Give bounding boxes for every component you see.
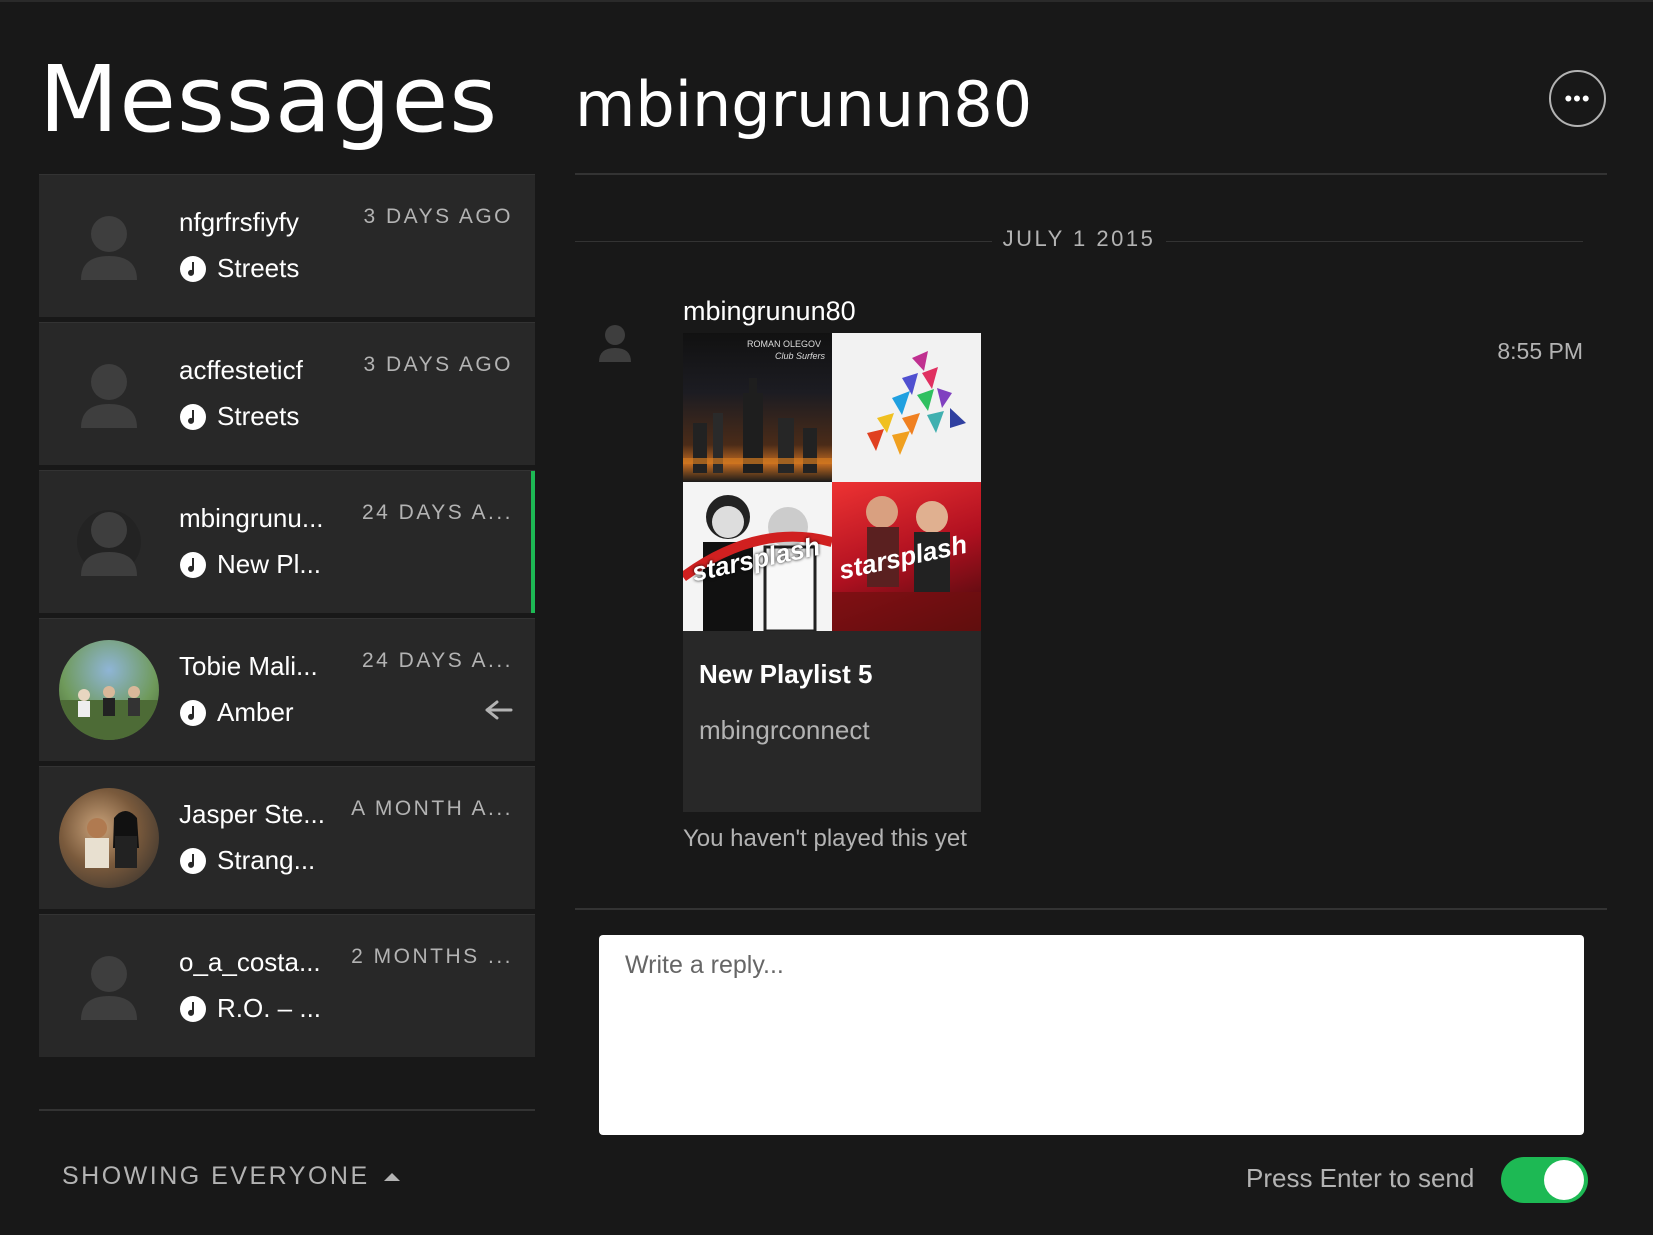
music-note-icon [180,995,206,1022]
top-border [0,0,1653,2]
conversation-name: acffesteticf [179,355,303,385]
playlist-title[interactable]: New Playlist 5 [699,659,872,690]
conversation-item[interactable]: Tobie Mali... Amber 24 DAYS A... [39,618,535,761]
conversation-item[interactable]: Jasper Ste... Strang... A MONTH A... [39,766,535,909]
conversation-track: Strang... [179,845,315,876]
conversation-name: Tobie Mali... [179,651,318,681]
music-note-icon [180,403,206,430]
ellipsis-icon: ••• [1564,85,1591,111]
album-cover: starsplash [832,482,981,631]
conversation-time: 2 MONTHS ... [351,945,513,968]
conversation-track: Amber [179,697,294,728]
filter-dropdown[interactable]: SHOWING EVERYONE [62,1162,400,1191]
music-note-icon [180,551,206,578]
conversation-time: 24 DAYS A... [361,649,513,672]
track-name: Streets [217,401,300,431]
play-status: You haven't played this yet [683,825,967,852]
default-user-icon [599,325,631,362]
track-name: R.O. – ... [217,993,322,1023]
music-note-icon [180,847,206,874]
track-name: New Pl... [217,549,322,579]
user-avatar-photo [59,788,159,888]
reply-input[interactable] [599,935,1584,1135]
conversation-item[interactable]: o_a_costa... R.O. – ... 2 MONTHS ... [39,914,535,1057]
divider [1166,241,1583,242]
conversation-track: Streets [179,253,299,284]
more-options-button[interactable]: ••• [1549,70,1606,127]
reply-arrow-icon [485,700,513,720]
playlist-cover-mosaic: ROMAN OLEGOV Club Surfers starsplash sta… [683,333,981,631]
divider [575,908,1607,910]
album-cover [832,333,981,482]
default-user-icon [59,492,159,592]
page-title: Messages [39,46,499,153]
conversation-name: nfgrfrsfiyfy [179,207,299,237]
playlist-owner[interactable]: mbingrconnect [699,715,870,746]
conversation-list: nfgrfrsfiyfy Streets 3 DAYS AGO acffeste… [39,174,535,1062]
conversation-time: 24 DAYS A... [361,501,513,524]
track-name: Streets [217,253,300,283]
filter-label: SHOWING EVERYONE [62,1162,370,1190]
conversation-track: R.O. – ... [179,993,321,1024]
playlist-card[interactable]: ROMAN OLEGOV Club Surfers starsplash sta… [683,333,981,812]
conversation-name: Jasper Ste... [179,799,325,829]
music-note-icon [180,699,206,726]
music-note-icon [180,255,206,282]
enter-to-send-label: Press Enter to send [1246,1163,1475,1193]
default-user-icon [59,936,159,1036]
divider [39,1109,535,1111]
conversation-item-selected[interactable]: mbingrunu... New Pl... 24 DAYS A... [39,470,535,613]
divider [575,173,1607,175]
conversation-track: New Pl... [179,549,321,580]
album-cover: ROMAN OLEGOV Club Surfers [683,333,832,482]
conversation-time: A MONTH A... [351,797,513,820]
divider [575,241,992,242]
enter-to-send-toggle[interactable] [1501,1157,1588,1203]
track-name: Strang... [217,845,316,875]
user-avatar-photo [59,640,159,740]
conversation-name: mbingrunu... [179,503,324,533]
default-user-icon [59,196,159,296]
conversation-item[interactable]: acffesteticf Streets 3 DAYS AGO [39,322,535,465]
chat-title: mbingrunun80 [575,68,1033,141]
date-separator: JULY 1 2015 [1002,226,1156,251]
conversation-time: 3 DAYS AGO [363,205,513,228]
conversation-time: 3 DAYS AGO [363,353,513,376]
toggle-knob [1544,1160,1584,1200]
message-sender[interactable]: mbingrunun80 [683,296,856,327]
track-name: Amber [217,697,294,727]
conversation-track: Streets [179,401,299,432]
message-time: 8:55 PM [1497,338,1583,364]
default-user-icon [59,344,159,444]
album-cover: starsplash [683,482,832,631]
conversation-item[interactable]: nfgrfrsfiyfy Streets 3 DAYS AGO [39,174,535,317]
conversation-name: o_a_costa... [179,947,321,977]
caret-up-icon [383,1172,400,1181]
